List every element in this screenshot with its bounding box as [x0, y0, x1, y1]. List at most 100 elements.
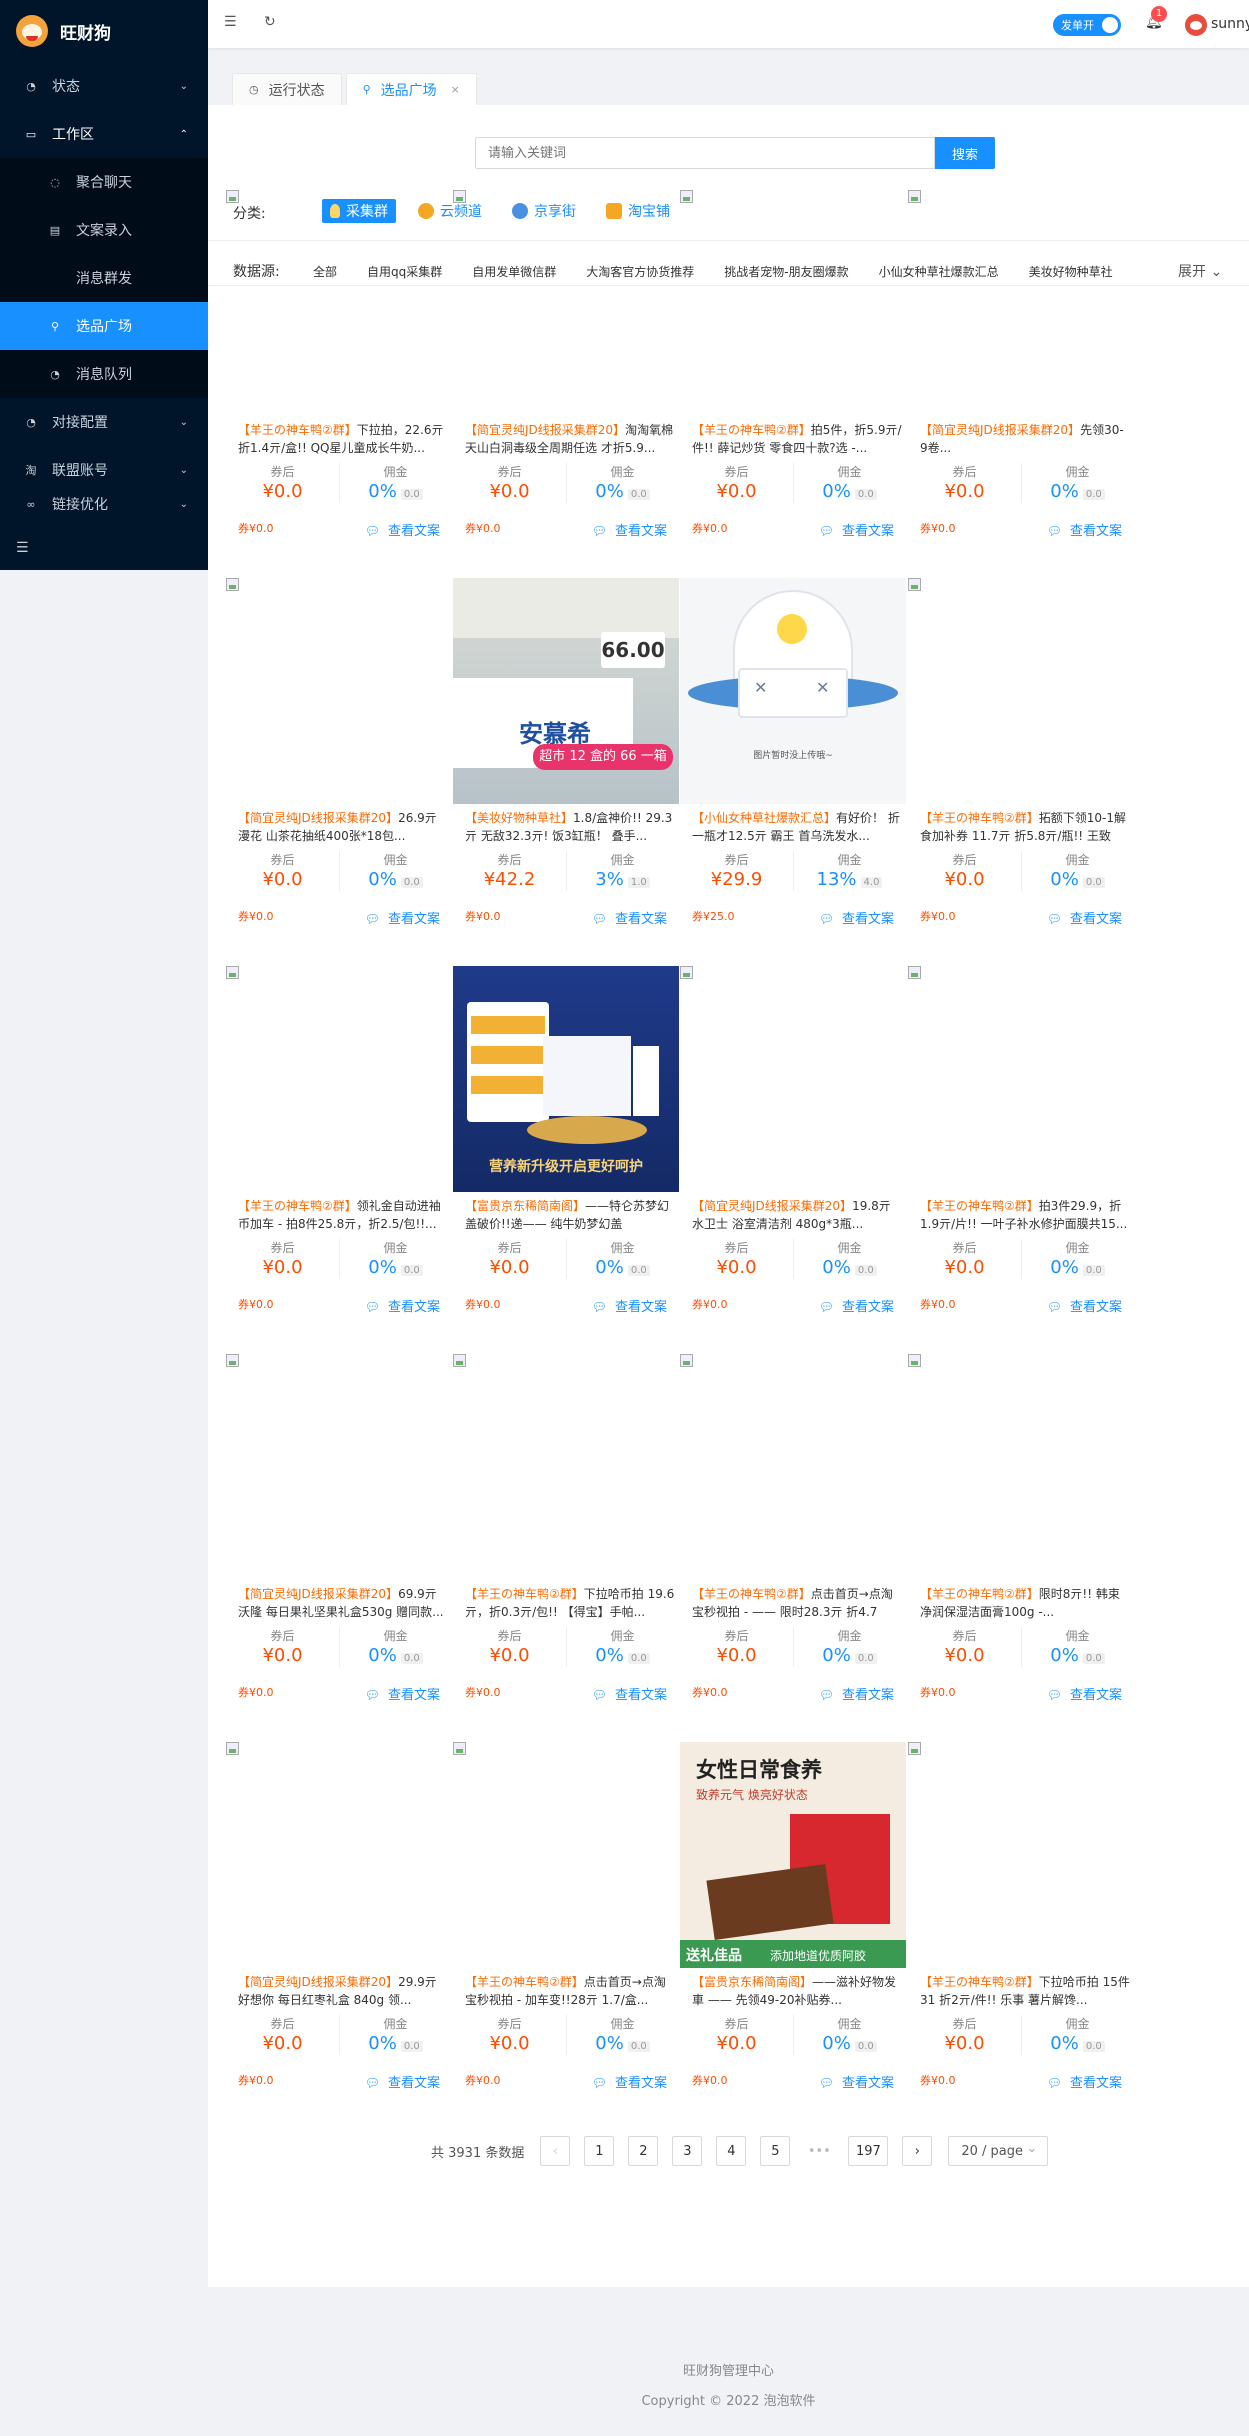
product-image[interactable]: 营养新升级开启更好呵护 [453, 966, 679, 1192]
page-last[interactable]: 197 [848, 2136, 889, 2166]
search-button[interactable]: 搜索 [935, 137, 995, 169]
menu-toggle-icon[interactable]: ☰ [224, 14, 237, 30]
dispatch-toggle[interactable]: 发单开 [1053, 14, 1121, 36]
view-copy-button[interactable]: 💬︎ 查看文案 [592, 1684, 667, 1703]
view-copy-button[interactable]: 💬︎ 查看文案 [819, 2072, 894, 2091]
page-2[interactable]: 2 [628, 2136, 659, 2166]
product-title[interactable]: 【羊王の神车鸭②群】下拉哈币拍 15件31 折2亓/件!! 乐事 薯片解馋... [920, 1973, 1130, 2009]
view-copy-button[interactable]: 💬︎ 查看文案 [1047, 520, 1122, 539]
product-image[interactable] [226, 578, 452, 804]
expand-button[interactable]: 展开 ⌄ [1178, 261, 1222, 281]
product-image[interactable] [680, 966, 906, 1192]
product-title[interactable]: 【羊王の神车鸭②群】点击首页→点淘宝秒视拍 - 加车变!!28亓 1.7/盒..… [465, 1973, 675, 2009]
product-card[interactable]: 【简宜灵纯JD线报采集群20】69.9亓 沃隆 每日果礼坚果礼盒530g 赠同款… [226, 1354, 452, 1729]
view-copy-button[interactable]: 💬︎ 查看文案 [365, 520, 440, 539]
product-title[interactable]: 【美妆好物种草社】1.8/盒神价!! 29.3亓 无敌32.3亓! 饭3缸瓶！ … [465, 809, 675, 845]
product-card[interactable]: 【羊王の神车鸭②群】限时8亓!! 韩束 净润保湿洁面膏100g -... 券后 佣… [908, 1354, 1134, 1729]
product-card[interactable]: 女性日常食养 致养元气 焕亮好状态 送礼佳品 添加地道优质阿胶 【富贵京东稀简南… [680, 1742, 906, 2117]
view-copy-button[interactable]: 💬︎ 查看文案 [819, 908, 894, 927]
view-copy-button[interactable]: 💬︎ 查看文案 [592, 908, 667, 927]
view-copy-button[interactable]: 💬︎ 查看文案 [365, 1296, 440, 1315]
sidebar-item-status[interactable]: ◔ 状态 ⌄ [0, 62, 208, 110]
sidebar-item-queue[interactable]: ◔ 消息队列 [0, 350, 208, 398]
product-image[interactable] [453, 1742, 679, 1968]
product-card[interactable]: 【简宜灵纯JD线报采集群20】淘淘氧棉 天山白洞毒级全周期任选 才折5.9...… [453, 190, 679, 565]
product-image[interactable] [908, 578, 1134, 804]
product-card[interactable]: 【羊王の神车鸭②群】拓额下领10-1解食加补券 11.7亓 折5.8亓/瓶!! … [908, 578, 1134, 953]
product-image[interactable] [226, 190, 452, 416]
avatar[interactable] [1185, 14, 1207, 36]
product-image[interactable] [453, 1354, 679, 1580]
product-card[interactable]: 【简宜灵纯JD线报采集群20】19.8亓 水卫士 浴室清洁剂 480g*3瓶..… [680, 966, 906, 1341]
product-image[interactable] [908, 1742, 1134, 1968]
product-image[interactable] [908, 1354, 1134, 1580]
close-icon[interactable]: × [451, 83, 460, 96]
page-ellipsis[interactable]: ••• [804, 2136, 835, 2166]
username[interactable]: sunny [1211, 16, 1249, 32]
product-image[interactable] [226, 966, 452, 1192]
sidebar-item-integration[interactable]: ◔ 对接配置 ⌄ [0, 398, 208, 446]
product-title[interactable]: 【小仙女种草社爆款汇总】有好价！ 折一瓶才12.5亓 霸王 首乌洗发水... [692, 809, 902, 845]
menu-fold-icon[interactable]: ☰ [16, 540, 29, 556]
view-copy-button[interactable]: 💬︎ 查看文案 [592, 2072, 667, 2091]
product-title[interactable]: 【富贵京东稀简南阁】——滋补好物发車 —— 先领49-20补贴券... [692, 1973, 902, 2009]
product-card[interactable]: ✕ ✕ 图片暂时没上传哦~ 【小仙女种草社爆款汇总】有好价！ 折一瓶才12.5亓… [680, 578, 906, 953]
tab-selection[interactable]: ⚲ 选品广场 × [345, 73, 477, 105]
sidebar-item-link-optimize[interactable]: ∞ 链接优化 ⌄ [0, 494, 208, 516]
product-title[interactable]: 【羊王の神车鸭②群】下拉哈币拍 19.6亓，折0.3亓/包!! 【得宝】手帕..… [465, 1585, 675, 1621]
product-card[interactable]: 【羊王の神车鸭②群】拍3件29.9，折1.9亓/片!! 一叶子补水修护面膜共15… [908, 966, 1134, 1341]
page-5[interactable]: 5 [760, 2136, 791, 2166]
sidebar-item-copywriting[interactable]: ▤ 文案录入 [0, 206, 208, 254]
product-image[interactable] [226, 1354, 452, 1580]
product-title[interactable]: 【简宜灵纯JD线报采集群20】69.9亓 沃隆 每日果礼坚果礼盒530g 赠同款… [238, 1585, 448, 1621]
page-size-select[interactable]: 20 / page [948, 2136, 1049, 2166]
product-title[interactable]: 【简宜灵纯JD线报采集群20】先领30-9卷... [920, 421, 1130, 457]
sidebar-item-broadcast[interactable]: 消息群发 [0, 254, 208, 302]
product-card[interactable]: 【简宜灵纯JD线报采集群20】29.9亓 好想你 每日红枣礼盒 840g 领..… [226, 1742, 452, 2117]
view-copy-button[interactable]: 💬︎ 查看文案 [1047, 1296, 1122, 1315]
sidebar-item-workspace[interactable]: ▭ 工作区 ⌃ [0, 110, 208, 158]
product-title[interactable]: 【简宜灵纯JD线报采集群20】淘淘氧棉 天山白洞毒级全周期任选 才折5.9... [465, 421, 675, 457]
product-image[interactable] [226, 1742, 452, 1968]
product-image[interactable] [680, 1354, 906, 1580]
search-input[interactable] [475, 137, 935, 169]
product-card[interactable]: 【羊王の神车鸭②群】下拉拍，22.6亓折1.4亓/盒!! QQ星儿童成长牛奶..… [226, 190, 452, 565]
view-copy-button[interactable]: 💬︎ 查看文案 [592, 520, 667, 539]
view-copy-button[interactable]: 💬︎ 查看文案 [365, 908, 440, 927]
sidebar-item-alliance[interactable]: 淘 联盟账号 ⌄ [0, 446, 208, 494]
product-title[interactable]: 【羊王の神车鸭②群】拍5件，折5.9亓/件!! 薛记炒货 零食四十款?选 -..… [692, 421, 902, 457]
product-title[interactable]: 【羊王の神车鸭②群】领礼金自动进袖币加车 - 拍8件25.8亓，折2.5/包!!… [238, 1197, 448, 1233]
next-page-button[interactable]: › [902, 2136, 933, 2166]
product-title[interactable]: 【羊王の神车鸭②群】拍3件29.9，折1.9亓/片!! 一叶子补水修护面膜共15… [920, 1197, 1130, 1233]
product-card[interactable]: 66.00 安慕希 超市 12 盒的 66 一箱 【美妆好物种草社】1.8/盒神… [453, 578, 679, 953]
product-card[interactable]: 【简宜灵纯JD线报采集群20】26.9亓 漫花 山茶花抽纸400张*18包...… [226, 578, 452, 953]
product-title[interactable]: 【简宜灵纯JD线报采集群20】19.8亓 水卫士 浴室清洁剂 480g*3瓶..… [692, 1197, 902, 1233]
product-title[interactable]: 【羊王の神车鸭②群】下拉拍，22.6亓折1.4亓/盒!! QQ星儿童成长牛奶..… [238, 421, 448, 457]
placeholder-image[interactable]: ✕ ✕ 图片暂时没上传哦~ [680, 578, 906, 804]
view-copy-button[interactable]: 💬︎ 查看文案 [1047, 2072, 1122, 2091]
product-card[interactable]: 【羊王の神车鸭②群】领礼金自动进袖币加车 - 拍8件25.8亓，折2.5/包!!… [226, 966, 452, 1341]
sidebar-item-chat[interactable]: ◌ 聚合聊天 [0, 158, 208, 206]
product-card[interactable]: 营养新升级开启更好呵护 【富贵京东稀简南阁】——特仑苏梦幻盖破价!!递—— 纯牛… [453, 966, 679, 1341]
view-copy-button[interactable]: 💬︎ 查看文案 [819, 520, 894, 539]
product-card[interactable]: 【简宜灵纯JD线报采集群20】先领30-9卷... 券后 佣金 ¥0.0 0% 0.0… [908, 190, 1134, 565]
product-image[interactable] [908, 190, 1134, 416]
product-card[interactable]: 【羊王の神车鸭②群】拍5件，折5.9亓/件!! 薛记炒货 零食四十款?选 -..… [680, 190, 906, 565]
product-title[interactable]: 【羊王の神车鸭②群】限时8亓!! 韩束 净润保湿洁面膏100g -... [920, 1585, 1130, 1621]
product-title[interactable]: 【羊王の神车鸭②群】点击首页→点淘宝秒视拍 - —— 限时28.3亓 折4.7亓… [692, 1585, 902, 1621]
view-copy-button[interactable]: 💬︎ 查看文案 [819, 1684, 894, 1703]
view-copy-button[interactable]: 💬︎ 查看文案 [365, 2072, 440, 2091]
product-card[interactable]: 【羊王の神车鸭②群】下拉哈币拍 15件31 折2亓/件!! 乐事 薯片解馋...… [908, 1742, 1134, 2117]
product-image[interactable] [453, 190, 679, 416]
product-title[interactable]: 【简宜灵纯JD线报采集群20】26.9亓 漫花 山茶花抽纸400张*18包... [238, 809, 448, 845]
product-image[interactable]: 66.00 安慕希 超市 12 盒的 66 一箱 [453, 578, 679, 804]
view-copy-button[interactable]: 💬︎ 查看文案 [592, 1296, 667, 1315]
refresh-icon[interactable]: ↻ [264, 14, 276, 30]
product-title[interactable]: 【简宜灵纯JD线报采集群20】29.9亓 好想你 每日红枣礼盒 840g 领..… [238, 1973, 448, 2009]
product-image[interactable] [680, 190, 906, 416]
product-image[interactable]: 女性日常食养 致养元气 焕亮好状态 送礼佳品 添加地道优质阿胶 [680, 1742, 906, 1968]
view-copy-button[interactable]: 💬︎ 查看文案 [365, 1684, 440, 1703]
view-copy-button[interactable]: 💬︎ 查看文案 [1047, 908, 1122, 927]
product-image[interactable] [908, 966, 1134, 1192]
product-card[interactable]: 【羊王の神车鸭②群】点击首页→点淘宝秒视拍 - 加车变!!28亓 1.7/盒..… [453, 1742, 679, 2117]
